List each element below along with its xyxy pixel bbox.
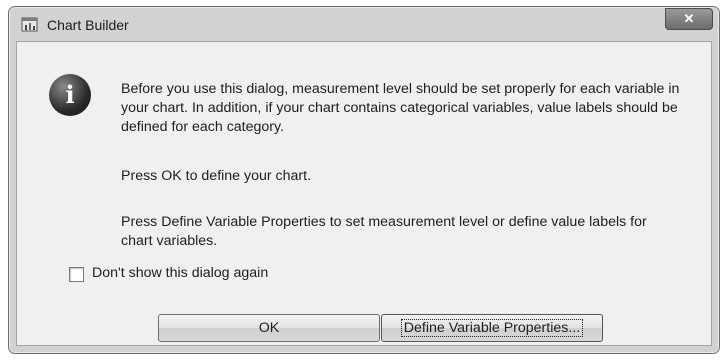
ok-button[interactable]: OK bbox=[158, 314, 380, 342]
dialog-body: i Before you use this dialog, measuremen… bbox=[16, 41, 712, 346]
dont-show-again-checkbox[interactable] bbox=[69, 267, 84, 282]
title-bar[interactable]: Chart Builder ✕ bbox=[9, 7, 719, 41]
define-variable-properties-button[interactable]: Define Variable Properties... bbox=[381, 314, 603, 342]
chart-builder-icon bbox=[21, 17, 38, 32]
close-icon: ✕ bbox=[683, 11, 695, 26]
message-paragraph-2: Press OK to define your chart. bbox=[121, 168, 312, 184]
message-paragraph-1: Before you use this dialog, measurement … bbox=[121, 81, 680, 135]
info-glyph: i bbox=[65, 80, 75, 109]
dont-show-again-label[interactable]: Don't show this dialog again bbox=[92, 265, 268, 281]
define-variable-properties-label: Define Variable Properties... bbox=[400, 319, 584, 337]
message-paragraph-3: Press Define Variable Properties to set … bbox=[121, 214, 647, 249]
chart-builder-dialog: Chart Builder ✕ i Before you use this di… bbox=[8, 6, 720, 354]
information-icon: i bbox=[49, 74, 91, 116]
window-title: Chart Builder bbox=[47, 17, 129, 33]
close-button[interactable]: ✕ bbox=[665, 8, 713, 30]
ok-button-label: OK bbox=[258, 320, 280, 336]
